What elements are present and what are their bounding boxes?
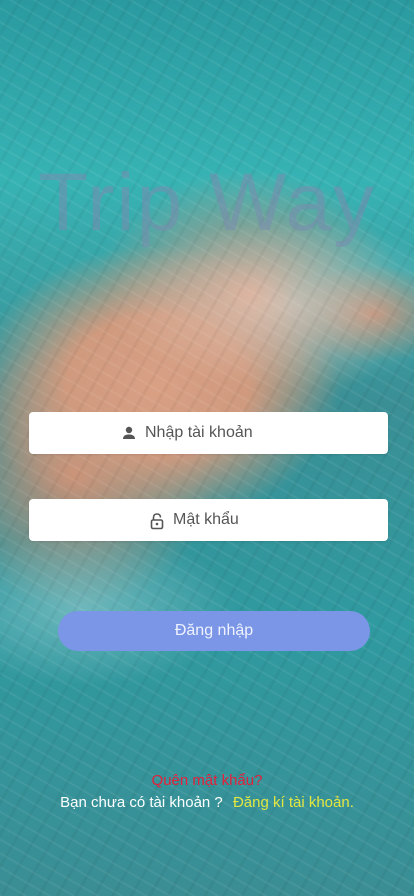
password-input[interactable] [173,511,268,529]
signup-link[interactable]: Đăng kí tài khoản. [233,794,354,811]
password-field[interactable] [29,499,388,541]
app-logo-title: Trip Way [38,157,376,248]
lock-icon [149,512,165,530]
login-button[interactable]: Đăng nhập [58,611,370,651]
forgot-password-link[interactable]: Quên mật khẩu? [0,772,414,789]
username-field[interactable] [29,412,388,454]
signup-row: Bạn chưa có tài khoản ? Đăng kí tài khoả… [0,794,414,811]
person-icon [121,425,137,441]
no-account-text: Bạn chưa có tài khoản ? [60,794,223,811]
username-input[interactable] [145,424,296,442]
